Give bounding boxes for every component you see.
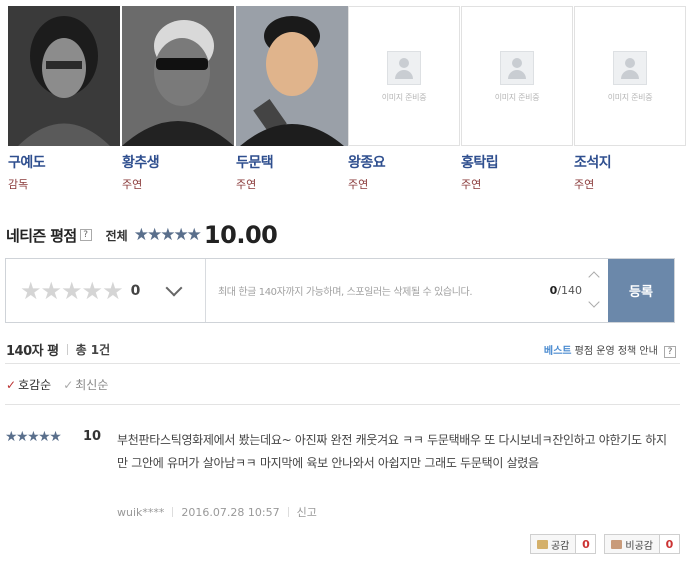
cast-role: 주연 bbox=[461, 178, 482, 191]
check-icon: ✓ bbox=[63, 378, 74, 392]
review-placeholder: 최대 한글 140자까지 가능하며, 스포일러는 삭제될 수 있습니다. bbox=[218, 287, 473, 298]
scroll-down-icon[interactable] bbox=[588, 296, 600, 308]
placeholder-text: 이미지 준비중 bbox=[381, 93, 427, 102]
review-author[interactable]: wuik**** bbox=[117, 506, 164, 519]
scrollbar[interactable] bbox=[588, 259, 602, 322]
total-count: 총 1건 bbox=[75, 342, 111, 357]
person-placeholder-icon bbox=[387, 51, 421, 85]
review-stars: ★★★★★ bbox=[5, 429, 62, 445]
scroll-up-icon[interactable] bbox=[588, 271, 600, 283]
separator bbox=[66, 343, 68, 355]
policy-link[interactable]: 베스트 평점 운영 정책 안내 ? bbox=[544, 342, 676, 358]
policy-text: 평점 운영 정책 안내 bbox=[571, 346, 658, 357]
review-textarea[interactable]: 최대 한글 140자까지 가능하며, 스포일러는 삭제될 수 있습니다. 0/1… bbox=[206, 259, 608, 322]
cast-photo-placeholder[interactable]: 이미지 준비중 bbox=[461, 6, 573, 146]
rating-scope: 전체 bbox=[105, 228, 128, 243]
rating-title: 네티즌 평점 bbox=[6, 226, 77, 245]
sort-by-latest[interactable]: ✓ 최신순 bbox=[63, 376, 108, 393]
check-icon: ✓ bbox=[6, 378, 17, 392]
review-list-header: 140자 평 총 1건 베스트 평점 운영 정책 안내 ? bbox=[6, 338, 676, 360]
cast-item-2[interactable]: 두문택 주연 bbox=[236, 6, 348, 192]
divider bbox=[5, 363, 680, 364]
person-placeholder-icon bbox=[500, 51, 534, 85]
cast-name[interactable]: 조석지 bbox=[574, 152, 686, 172]
char-counter: 0/140 bbox=[550, 284, 582, 297]
cast-photo[interactable] bbox=[122, 6, 234, 146]
cast-role: 주연 bbox=[236, 178, 257, 191]
person-placeholder-icon bbox=[613, 51, 647, 85]
cast-role: 주연 bbox=[574, 178, 595, 191]
submit-button[interactable]: 등록 bbox=[608, 259, 674, 322]
char-count-max: /140 bbox=[557, 284, 582, 297]
placeholder-text: 이미지 준비중 bbox=[607, 93, 653, 102]
review-date: 2016.07.28 10:57 bbox=[181, 505, 280, 519]
cast-list: 구예도 감독 황추생 주연 두문택 주연 이미지 준비중 왕종요 주연 이미지 … bbox=[8, 6, 692, 196]
help-icon[interactable]: ? bbox=[664, 346, 676, 358]
placeholder-text: 이미지 준비중 bbox=[494, 93, 540, 102]
cast-item-1[interactable]: 황추생 주연 bbox=[122, 6, 234, 192]
sort-by-likes[interactable]: ✓ 호감순 bbox=[6, 376, 51, 393]
cast-name[interactable]: 두문택 bbox=[236, 152, 348, 172]
star-select[interactable]: ★★★★★ bbox=[20, 277, 124, 305]
policy-best: 베스트 bbox=[543, 346, 572, 357]
dislike-label: 비공감 bbox=[625, 540, 653, 552]
cast-photo-placeholder[interactable]: 이미지 준비중 bbox=[574, 6, 686, 146]
separator bbox=[172, 507, 174, 517]
review-meta: wuik**** 2016.07.28 10:57 신고 bbox=[117, 504, 317, 520]
vote-actions: 공감 0 비공감 0 bbox=[529, 534, 680, 554]
list-title: 140자 평 bbox=[6, 343, 59, 359]
star-value: 0 bbox=[130, 282, 141, 299]
rating-score: 10.00 bbox=[203, 221, 278, 249]
help-icon[interactable]: ? bbox=[79, 229, 92, 241]
cast-role: 주연 bbox=[348, 178, 369, 191]
sort-label: 최신순 bbox=[75, 378, 109, 392]
sort-label: 호감순 bbox=[18, 378, 52, 392]
sort-options: ✓ 호감순 ✓ 최신순 bbox=[6, 376, 108, 393]
chevron-down-icon[interactable] bbox=[165, 279, 183, 296]
separator bbox=[287, 507, 289, 517]
cast-item-0[interactable]: 구예도 감독 bbox=[8, 6, 120, 192]
review-score: 10 bbox=[83, 429, 102, 444]
review-text: 부천판타스틱영화제에서 봤는데요~ 아진짜 완전 캐웃겨요 ㅋㅋ 두문택배우 또… bbox=[117, 433, 667, 470]
cast-item-3[interactable]: 이미지 준비중 왕종요 주연 bbox=[348, 6, 460, 192]
dislike-button[interactable]: 비공감 bbox=[604, 534, 660, 554]
cast-photo[interactable] bbox=[8, 6, 120, 146]
divider bbox=[5, 404, 680, 405]
report-link[interactable]: 신고 bbox=[297, 504, 317, 520]
star-rating-selector[interactable]: ★★★★★ 0 bbox=[6, 259, 206, 322]
cast-role: 주연 bbox=[122, 178, 143, 191]
cast-name[interactable]: 왕종요 bbox=[348, 152, 460, 172]
cast-photo[interactable] bbox=[236, 6, 348, 146]
cast-item-5[interactable]: 이미지 준비중 조석지 주연 bbox=[574, 6, 686, 192]
cast-name[interactable]: 황추생 bbox=[122, 152, 234, 172]
thumbs-up-icon bbox=[536, 539, 548, 549]
like-button[interactable]: 공감 bbox=[529, 534, 577, 554]
cast-role: 감독 bbox=[8, 178, 29, 191]
dislike-count: 0 bbox=[660, 534, 680, 554]
cast-item-4[interactable]: 이미지 준비중 홍탁립 주연 bbox=[461, 6, 573, 192]
rating-stars: ★★★★★ bbox=[133, 225, 202, 245]
cast-name[interactable]: 구예도 bbox=[8, 152, 120, 172]
cast-name[interactable]: 홍탁립 bbox=[461, 152, 573, 172]
person-photo-icon bbox=[122, 6, 234, 146]
cast-photo-placeholder[interactable]: 이미지 준비중 bbox=[348, 6, 460, 146]
review-input-box: ★★★★★ 0 최대 한글 140자까지 가능하며, 스포일러는 삭제될 수 있… bbox=[5, 258, 675, 323]
netizen-rating-header: 네티즌 평점 ? 전체 ★★★★★ 10.00 bbox=[6, 221, 278, 249]
person-photo-icon bbox=[236, 6, 348, 146]
person-photo-icon bbox=[8, 6, 120, 146]
like-label: 공감 bbox=[550, 540, 570, 552]
like-count: 0 bbox=[576, 534, 597, 554]
thumbs-down-icon bbox=[611, 539, 623, 549]
